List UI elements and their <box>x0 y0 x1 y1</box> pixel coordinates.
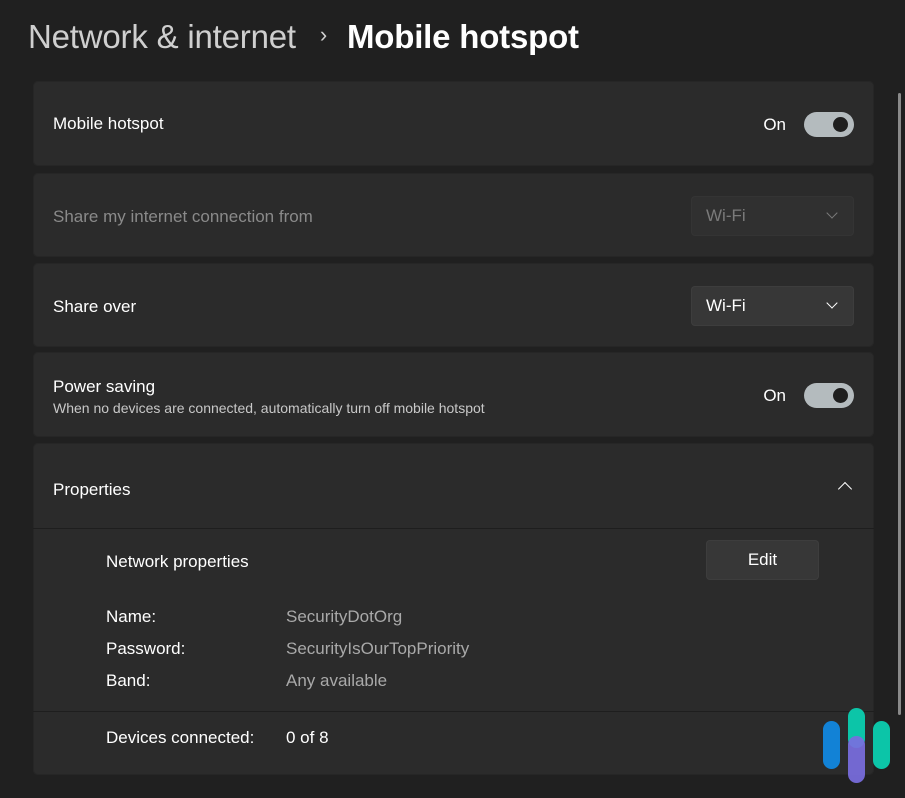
toggle-thumb <box>833 388 848 403</box>
chevron-down-icon <box>826 207 838 219</box>
properties-label: Properties <box>53 480 131 499</box>
password-key: Password: <box>106 639 186 658</box>
share-from-value: Wi-Fi <box>706 206 746 225</box>
devices-connected-value: 0 of 8 <box>286 728 329 747</box>
share-from-card: Share my internet connection from Wi-Fi <box>33 173 874 257</box>
power-saving-description: When no devices are connected, automatic… <box>53 400 485 416</box>
divider <box>33 528 874 529</box>
logo-bar-purple <box>848 736 865 783</box>
share-from-dropdown: Wi-Fi <box>691 196 854 236</box>
mobile-hotspot-card: Mobile hotspot On <box>33 81 874 166</box>
band-value: Any available <box>286 671 388 690</box>
breadcrumb-chevron-icon: › <box>319 22 327 47</box>
breadcrumb: Network & internet › Mobile hotspot <box>28 14 579 60</box>
edit-button[interactable]: Edit <box>706 540 819 580</box>
security-org-logo-icon <box>822 706 892 786</box>
properties-header[interactable]: Properties <box>33 443 874 528</box>
chevron-down-icon <box>826 297 838 309</box>
share-over-value: Wi-Fi <box>706 296 746 315</box>
share-over-label: Share over <box>53 297 137 316</box>
share-from-label: Share my internet connection from <box>53 207 313 226</box>
mobile-hotspot-toggle-group[interactable]: On <box>763 112 854 137</box>
share-over-card: Share over Wi-Fi <box>33 263 874 347</box>
password-value: SecurityIsOurTopPriority <box>286 639 470 658</box>
mobile-hotspot-label: Mobile hotspot <box>53 114 164 133</box>
logo-bar-blue <box>823 721 840 769</box>
band-key: Band: <box>106 671 151 690</box>
devices-connected-key: Devices connected: <box>106 728 255 747</box>
power-saving-card: Power saving When no devices are connect… <box>33 352 874 437</box>
scrollbar[interactable] <box>898 93 901 715</box>
divider <box>33 711 874 712</box>
mobile-hotspot-state: On <box>763 114 786 134</box>
page-title: Mobile hotspot <box>347 18 579 55</box>
name-value: SecurityDotOrg <box>286 607 403 626</box>
power-saving-toggle-group[interactable]: On <box>763 383 854 408</box>
toggle-thumb <box>833 117 848 132</box>
properties-card: Properties Network properties Edit Name:… <box>33 443 874 775</box>
network-properties-label: Network properties <box>106 552 249 571</box>
mobile-hotspot-toggle[interactable] <box>804 112 854 137</box>
breadcrumb-network-internet[interactable]: Network & internet <box>28 18 296 56</box>
share-over-dropdown[interactable]: Wi-Fi <box>691 286 854 326</box>
name-key: Name: <box>106 607 157 626</box>
logo-bar-teal <box>873 721 890 769</box>
power-saving-state: On <box>763 385 786 405</box>
power-saving-toggle[interactable] <box>804 383 854 408</box>
power-saving-label: Power saving <box>53 377 156 396</box>
chevron-up-icon[interactable] <box>837 481 853 497</box>
edit-button-label: Edit <box>747 550 778 569</box>
